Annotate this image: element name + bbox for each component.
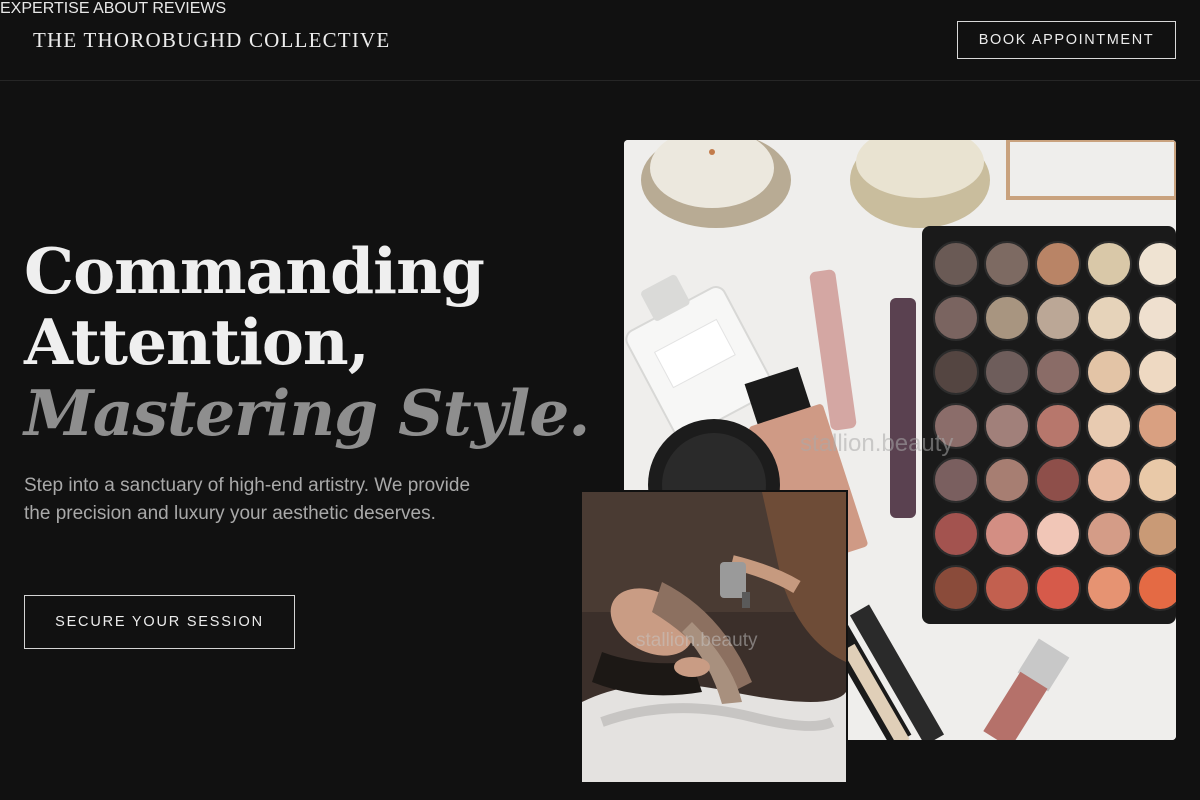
eyeshadow-pan [1086, 349, 1132, 395]
eyeshadow-pan [1035, 511, 1081, 557]
eyeshadow-pan [933, 511, 979, 557]
eyeshadow-pan [1086, 241, 1132, 287]
eyeshadow-pan [1035, 295, 1081, 341]
eyeshadow-pan [984, 349, 1030, 395]
eyeshadow-pan [933, 403, 979, 449]
eyeshadow-pan [984, 403, 1030, 449]
eyeshadow-pan [984, 457, 1030, 503]
eyeshadow-pan [1035, 241, 1081, 287]
eyeshadow-pan [1086, 457, 1132, 503]
site-header: THE THOROBUGHD COLLECTIVE EXPERTISE ABOU… [0, 0, 1200, 81]
eyeshadow-pan [1035, 349, 1081, 395]
salon-hair-wash-image: stallion.beauty [580, 490, 848, 784]
nav-about[interactable]: ABOUT [93, 0, 148, 17]
main-nav: EXPERTISE ABOUT REVIEWS [0, 0, 1200, 18]
headline-line-1: Commanding [24, 234, 485, 308]
eyeshadow-pan [984, 565, 1030, 611]
eyeshadow-pan [933, 241, 979, 287]
secure-session-button[interactable]: SECURE YOUR SESSION [24, 595, 295, 649]
nav-reviews[interactable]: REVIEWS [152, 0, 226, 17]
eyeshadow-pan [1137, 349, 1176, 395]
eyeshadow-pan [1086, 565, 1132, 611]
headline-line-3: Mastering Style. [24, 376, 590, 450]
eyeshadow-pan [1086, 403, 1132, 449]
eyeshadow-pan [1086, 511, 1132, 557]
eyeshadow-pan [1086, 295, 1132, 341]
eyeshadow-pan [933, 565, 979, 611]
hero-subtext: Step into a sanctuary of high-end artist… [24, 475, 471, 524]
eyeshadow-pan [1137, 241, 1176, 287]
eyeshadow-pan [984, 511, 1030, 557]
eyeshadow-pan [1137, 403, 1176, 449]
nav-expertise[interactable]: EXPERTISE [0, 0, 90, 17]
book-appointment-button[interactable]: BOOK APPOINTMENT [957, 21, 1176, 59]
eyeshadow-pan [1137, 457, 1176, 503]
eyeshadow-pan [1137, 511, 1176, 557]
eyeshadow-pan [1035, 457, 1081, 503]
brand-logo[interactable]: THE THOROBUGHD COLLECTIVE [33, 28, 390, 53]
hero-headline: Commanding Attention, Mastering Style. [24, 234, 590, 450]
eyeshadow-pan [1137, 295, 1176, 341]
salon-illustration [582, 492, 846, 782]
eyeshadow-pan [933, 457, 979, 503]
eyeshadow-pan [984, 295, 1030, 341]
headline-line-2: Attention, [24, 305, 370, 379]
eyeshadow-pan [1035, 403, 1081, 449]
eyeshadow-pan [1137, 565, 1176, 611]
eyeshadow-pan [933, 349, 979, 395]
eyeshadow-pan [933, 295, 979, 341]
eyeshadow-pan [984, 241, 1030, 287]
eyeshadow-pan [1035, 565, 1081, 611]
